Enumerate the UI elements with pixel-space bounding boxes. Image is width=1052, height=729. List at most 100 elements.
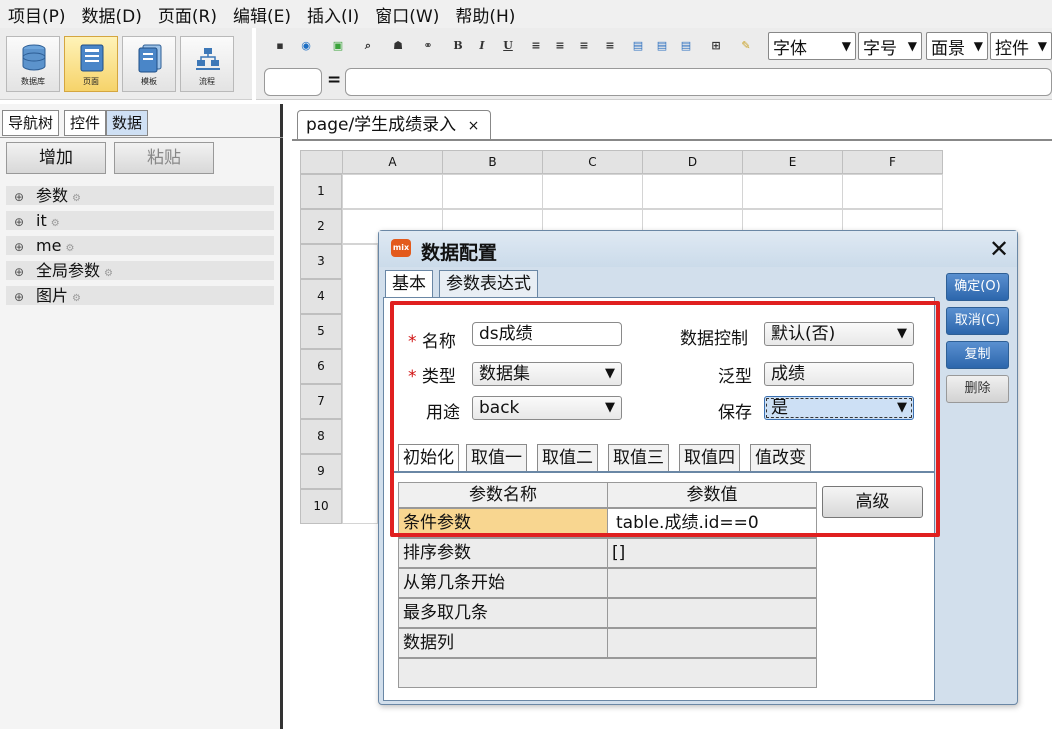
zoom-icon[interactable]: ⌕ [360, 38, 376, 54]
table-row-name[interactable]: 数据列 [398, 628, 608, 658]
grid-cell[interactable] [442, 174, 543, 209]
grid-cell[interactable] [842, 174, 943, 209]
row-header[interactable]: 3 [300, 244, 342, 279]
grid-cell[interactable] [342, 174, 443, 209]
table-row-name[interactable]: 从第几条开始 [398, 568, 608, 598]
tree-item-global-params[interactable]: ⊕ 全局参数 ⚙ [6, 261, 274, 280]
save-icon[interactable]: ▪ [272, 38, 288, 54]
row-header[interactable]: 10 [300, 489, 342, 524]
database-button[interactable]: 数据库 [6, 36, 60, 92]
close-icon[interactable]: ✕ [989, 235, 1009, 263]
format-brush-icon[interactable]: ✎ [738, 38, 754, 54]
find-icon[interactable]: ☗ [390, 38, 406, 54]
row-header[interactable]: 6 [300, 349, 342, 384]
underline-icon[interactable]: U [500, 38, 516, 54]
menu-insert[interactable]: 插入(I) [307, 2, 359, 27]
copy-button[interactable]: 复制 [946, 341, 1009, 369]
template-button[interactable]: 模板 [122, 36, 176, 92]
add-button[interactable]: 增加 [6, 142, 106, 174]
expand-icon[interactable]: ⊕ [14, 213, 24, 232]
browser-icon[interactable]: ◉ [298, 38, 314, 54]
expand-icon[interactable]: ⊕ [14, 263, 24, 282]
tab-controls[interactable]: 控件 [64, 110, 107, 136]
menu-window[interactable]: 窗口(W) [375, 2, 439, 27]
column-header[interactable]: D [642, 150, 743, 174]
panel-splitter[interactable] [283, 104, 292, 729]
highlight-box [390, 301, 940, 537]
tree-item-params[interactable]: ⊕ 参数 ⚙ [6, 186, 274, 205]
column-header[interactable]: F [842, 150, 943, 174]
align-left-icon[interactable]: ≡ [528, 38, 544, 54]
delete-button[interactable]: 删除 [946, 375, 1009, 403]
table-row-value[interactable] [607, 628, 817, 658]
tab-navigation-tree[interactable]: 导航树 [2, 110, 60, 136]
grid-cell[interactable] [742, 174, 843, 209]
row-header[interactable]: 9 [300, 454, 342, 489]
bold-icon[interactable]: B [450, 38, 466, 54]
align-center-icon[interactable]: ≡ [552, 38, 568, 54]
tree-item-label: 参数 [36, 186, 69, 205]
align-right-icon[interactable]: ≡ [576, 38, 592, 54]
menu-page[interactable]: 页面(R) [158, 2, 217, 27]
ok-button[interactable]: 确定(O) [946, 273, 1009, 301]
control-select[interactable]: 控件 ▼ [990, 32, 1052, 60]
grid-cell[interactable] [542, 174, 643, 209]
flow-icon [196, 48, 220, 70]
row-header[interactable]: 1 [300, 174, 342, 209]
tab-param-expression[interactable]: 参数表达式 [439, 270, 538, 298]
main-toolbar: 数据库 页面 模板 流程 [0, 28, 252, 100]
paste-button[interactable]: 粘贴 [114, 142, 214, 174]
row-header[interactable]: 2 [300, 209, 342, 244]
size-select[interactable]: 字号 ▼ [858, 32, 922, 60]
valign-middle-icon[interactable]: ▤ [654, 38, 670, 54]
tree-item-me[interactable]: ⊕ me ⚙ [6, 236, 274, 255]
formula-input[interactable] [345, 68, 1052, 96]
preview-icon[interactable]: ▣ [330, 38, 346, 54]
column-header[interactable]: C [542, 150, 643, 174]
menu-project[interactable]: 项目(P) [8, 2, 66, 27]
background-select[interactable]: 面景 ▼ [926, 32, 988, 60]
row-header[interactable]: 4 [300, 279, 342, 314]
column-header[interactable]: E [742, 150, 843, 174]
dialog-titlebar[interactable]: mix 数据配置 ✕ [379, 231, 1017, 267]
tree-item-label: me [36, 236, 62, 255]
expand-icon[interactable]: ⊕ [14, 288, 24, 307]
tab-page-document[interactable]: page/学生成绩录入 × [297, 110, 491, 140]
valign-bottom-icon[interactable]: ▤ [678, 38, 694, 54]
valign-top-icon[interactable]: ▤ [630, 38, 646, 54]
page-button[interactable]: 页面 [64, 36, 118, 92]
row-header[interactable]: 8 [300, 419, 342, 454]
flow-button-label: 流程 [199, 77, 215, 86]
tree-item-it[interactable]: ⊕ it ⚙ [6, 211, 274, 230]
close-icon[interactable]: × [468, 118, 480, 134]
tab-data[interactable]: 数据 [106, 110, 149, 136]
cancel-button[interactable]: 取消(C) [946, 307, 1009, 335]
justify-icon[interactable]: ≡ [602, 38, 618, 54]
table-row-value[interactable] [607, 568, 817, 598]
expand-icon[interactable]: ⊕ [14, 188, 24, 207]
gear-icon: ⚙ [72, 193, 81, 204]
flow-button[interactable]: 流程 [180, 36, 234, 92]
table-row-name[interactable]: 最多取几条 [398, 598, 608, 628]
cell-reference-input[interactable] [264, 68, 322, 96]
row-header[interactable]: 5 [300, 314, 342, 349]
italic-icon[interactable]: I [474, 38, 490, 54]
menu-edit[interactable]: 编辑(E) [233, 2, 291, 27]
table-row-name[interactable]: 排序参数 [398, 538, 608, 568]
tab-basic[interactable]: 基本 [385, 270, 433, 298]
table-row-value[interactable] [607, 598, 817, 628]
binoculars-icon[interactable]: ⚭ [420, 38, 436, 54]
row-header[interactable]: 7 [300, 384, 342, 419]
column-header[interactable]: B [442, 150, 543, 174]
table-row-value[interactable]: [] [607, 538, 817, 568]
font-select[interactable]: 字体 ▼ [768, 32, 856, 60]
menu-help[interactable]: 帮助(H) [455, 2, 515, 27]
column-header[interactable]: A [342, 150, 443, 174]
merge-cells-icon[interactable]: ⊞ [708, 38, 724, 54]
menu-data[interactable]: 数据(D) [82, 2, 142, 27]
grid-cell[interactable] [642, 174, 743, 209]
grid-cell[interactable] [342, 244, 378, 524]
tree-item-images[interactable]: ⊕ 图片 ⚙ [6, 286, 274, 305]
background-select-value: 面景 [931, 38, 965, 59]
expand-icon[interactable]: ⊕ [14, 238, 24, 257]
